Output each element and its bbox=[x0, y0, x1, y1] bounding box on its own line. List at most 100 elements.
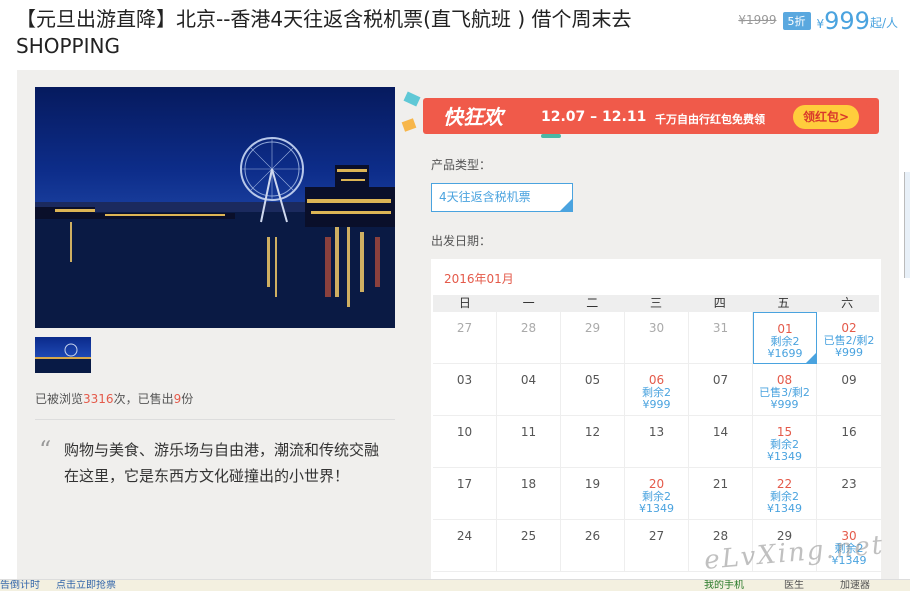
quote-icon: “ bbox=[39, 436, 52, 464]
calendar-week-row: 10 11 12 13 14 15 剩余2 ¥1349 16 bbox=[433, 416, 881, 468]
day-number: 16 bbox=[841, 425, 857, 439]
day-number: 27 bbox=[648, 529, 665, 543]
calendar-day: 12 bbox=[561, 416, 625, 468]
calendar-day: 28 bbox=[497, 312, 561, 364]
day-number: 17 bbox=[456, 477, 473, 491]
calendar-day: 07 bbox=[689, 364, 753, 416]
calendar-day-available[interactable]: 08 已售3/剩2 ¥999 bbox=[753, 364, 817, 416]
day-number: 14 bbox=[712, 425, 729, 439]
slash-decoration-icon: /// bbox=[865, 98, 876, 109]
day-number: 10 bbox=[456, 425, 473, 439]
product-page: 【元旦出游直降】北京--香港4天往返含税机票(直飞航班 ) 借个周末去SHOPP… bbox=[0, 0, 910, 591]
calendar-week-row: 03 04 05 06 剩余2 ¥999 07 08 已售3/剩2 ¥999 09 bbox=[433, 364, 881, 416]
calendar-day: 17 bbox=[433, 468, 497, 520]
calendar-day: 24 bbox=[433, 520, 497, 572]
day-number: 18 bbox=[520, 477, 537, 491]
day-number: 25 bbox=[520, 529, 537, 543]
day-number: 26 bbox=[584, 529, 601, 543]
day-number: 24 bbox=[456, 529, 473, 543]
calendar-day: 29 bbox=[561, 312, 625, 364]
day-number: 04 bbox=[520, 373, 537, 387]
calendar-day-available[interactable]: 06 剩余2 ¥999 bbox=[625, 364, 689, 416]
day-price: ¥999 bbox=[642, 398, 671, 411]
confetti-icon bbox=[403, 91, 421, 107]
day-number: 01 bbox=[777, 322, 793, 336]
calendar-day: 16 bbox=[817, 416, 881, 468]
day-price: ¥1349 bbox=[767, 450, 802, 463]
selected-corner-icon bbox=[806, 353, 816, 363]
calendar-day: 21 bbox=[689, 468, 753, 520]
calendar-day-available[interactable]: 20 剩余2 ¥1349 bbox=[625, 468, 689, 520]
current-price: ¥ 999 起/人 bbox=[817, 8, 899, 34]
calendar-day-available[interactable]: 22 剩余2 ¥1349 bbox=[753, 468, 817, 520]
confetti-icon bbox=[401, 118, 417, 132]
calendar-day: 27 bbox=[625, 520, 689, 572]
day-number: 15 bbox=[776, 425, 793, 439]
stats-prefix: 已被浏览 bbox=[35, 392, 84, 406]
calendar-day-available[interactable]: 02 已售2/剩2 ¥999 bbox=[817, 312, 881, 364]
weekday-label: 四 bbox=[713, 296, 726, 310]
calendar-day: 13 bbox=[625, 416, 689, 468]
original-price: ¥1999 bbox=[738, 13, 777, 27]
weekday-label: 一 bbox=[522, 296, 535, 310]
banner-logo: 快狂欢 bbox=[443, 105, 503, 129]
product-type-value: 4天往返含税机票 bbox=[439, 190, 531, 204]
calendar-grid: 27 28 29 30 31 01 剩余2 ¥1699 02 已售2/剩2 ¥999 03 04 05 06… bbox=[433, 312, 881, 572]
day-number: 28 bbox=[520, 321, 537, 335]
calendar-day: 25 bbox=[497, 520, 561, 572]
status-ticket-link[interactable]: 点击立即抢票 bbox=[56, 580, 116, 591]
day-number: 21 bbox=[712, 477, 729, 491]
price-value: 999 bbox=[824, 7, 870, 35]
price-area: ¥1999 5折 ¥ 999 起/人 bbox=[738, 8, 898, 34]
day-number: 07 bbox=[712, 373, 729, 387]
ribbon-icon bbox=[541, 134, 561, 138]
day-number: 09 bbox=[841, 373, 857, 387]
day-number: 22 bbox=[776, 477, 793, 491]
thumbnail-image bbox=[35, 343, 91, 373]
calendar-day: 11 bbox=[497, 416, 561, 468]
calendar-day: 05 bbox=[561, 364, 625, 416]
calendar-day-available[interactable]: 15 剩余2 ¥1349 bbox=[753, 416, 817, 468]
currency-symbol: ¥ bbox=[816, 17, 825, 31]
day-number: 20 bbox=[648, 477, 665, 491]
day-number: 03 bbox=[456, 373, 473, 387]
product-panel: 已被浏览3316次，已售出9份 “ 购物与美食、游乐场与自由港，潮流和传统交融在… bbox=[17, 70, 899, 590]
calendar-day: 14 bbox=[689, 416, 753, 468]
calendar-month: 2016年01月 bbox=[444, 272, 514, 286]
discount-badge: 5折 bbox=[782, 12, 811, 30]
calendar-day: 31 bbox=[689, 312, 753, 364]
product-photo bbox=[35, 87, 395, 328]
stats-suffix: 份 bbox=[181, 392, 194, 406]
status-accelerator[interactable]: 加速器 bbox=[840, 580, 870, 591]
day-number: 05 bbox=[584, 373, 601, 387]
price-unit: 起/人 bbox=[869, 16, 898, 30]
banner-text: 千万自由行红包免费领 bbox=[655, 113, 765, 126]
calendar-day: 27 bbox=[433, 312, 497, 364]
day-price: ¥999 bbox=[835, 346, 863, 359]
calendar-day-available[interactable]: 01 剩余2 ¥1699 bbox=[753, 312, 817, 364]
get-red-packet-button[interactable]: 领红包> bbox=[793, 105, 859, 129]
calendar-day: 10 bbox=[433, 416, 497, 468]
browser-status-bar: 告倒计时 点击立即抢票 我的手机 医生 加速器 bbox=[0, 579, 910, 591]
product-description: 购物与美食、游乐场与自由港，潮流和传统交融在这里，它是东西方文化碰撞出的小世界！ bbox=[64, 441, 380, 485]
day-number: 12 bbox=[584, 425, 601, 439]
day-number: 13 bbox=[648, 425, 665, 439]
day-price: ¥1349 bbox=[767, 502, 802, 515]
calendar-day: 30 bbox=[625, 312, 689, 364]
status-my-phone[interactable]: 我的手机 bbox=[704, 580, 744, 591]
photo-thumbnail[interactable] bbox=[35, 337, 91, 373]
promo-banner[interactable]: 快狂欢 12.07 – 12.11 千万自由行红包免费领 领红包> /// bbox=[401, 91, 899, 138]
view-count: 3316 bbox=[83, 392, 114, 406]
day-price: ¥1349 bbox=[639, 502, 674, 515]
day-number: 19 bbox=[584, 477, 601, 491]
weekday-label: 三 bbox=[650, 296, 663, 310]
calendar-day: 03 bbox=[433, 364, 497, 416]
calendar-day: 26 bbox=[561, 520, 625, 572]
day-price: ¥999 bbox=[770, 398, 799, 411]
london-eye-night-image bbox=[35, 137, 395, 328]
product-type-option[interactable]: 4天往返含税机票 bbox=[431, 183, 573, 212]
calendar-day: 18 bbox=[497, 468, 561, 520]
status-doctor[interactable]: 医生 bbox=[784, 580, 804, 591]
product-type-label: 产品类型： bbox=[431, 158, 492, 172]
day-number: 23 bbox=[841, 477, 857, 491]
